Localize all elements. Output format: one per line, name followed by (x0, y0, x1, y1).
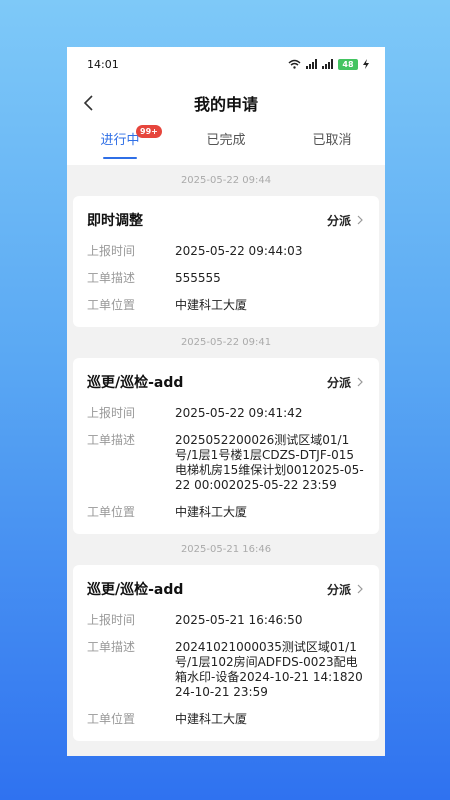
assign-button[interactable]: 分派 (327, 581, 365, 598)
report-time-value: 2025-05-22 09:44:03 (175, 244, 303, 258)
tab-cancelled-label: 已取消 (312, 133, 352, 148)
description-label: 工单描述 (87, 433, 136, 447)
location-label: 工单位置 (87, 505, 136, 519)
count-badge: 99+ (136, 125, 162, 138)
location-value: 中建科工大厦 (175, 298, 248, 312)
description-label: 工单描述 (87, 640, 136, 654)
assign-label: 分派 (326, 582, 351, 597)
assign-label: 分派 (326, 213, 351, 228)
tab-completed[interactable]: 已完成 (173, 125, 279, 165)
assign-button[interactable]: 分派 (327, 374, 365, 391)
signal-icon (306, 59, 317, 69)
page-title: 我的申请 (193, 95, 258, 114)
location-label: 工单位置 (87, 298, 136, 312)
order-title: 即时调整 (87, 213, 143, 229)
active-tab-indicator (103, 157, 137, 159)
status-bar: 14:01 48 (67, 47, 385, 81)
description-value: 555555 (175, 271, 221, 285)
date-separator: 2025-05-22 09:41 (180, 337, 272, 348)
chevron-right-icon (357, 215, 363, 225)
location-value: 中建科工大厦 (175, 505, 248, 519)
assign-label: 分派 (326, 375, 351, 390)
report-time-label: 上报时间 (87, 244, 136, 258)
signal-icon-2 (322, 59, 333, 69)
tab-completed-label: 已完成 (206, 133, 246, 148)
status-time: 14:01 (87, 57, 119, 71)
description-value: 2025052200026测试区域01/1号/1层1号楼1层CDZS-DTJF-… (175, 433, 364, 492)
report-time-label: 上报时间 (87, 613, 136, 627)
location-value: 中建科工大厦 (175, 712, 248, 726)
report-time-value: 2025-05-22 09:41:42 (175, 406, 303, 420)
phone-screen: 14:01 48 我的申请 进行中 99+ 已完成 已取消 2025-05-22… (67, 47, 385, 756)
tab-in-progress-label: 进行中 (100, 133, 140, 148)
report-time-value: 2025-05-21 16:46:50 (175, 613, 303, 627)
order-title: 巡更/巡检-add (87, 375, 184, 391)
order-title: 巡更/巡检-add (87, 582, 184, 598)
date-separator: 2025-05-22 09:44 (180, 175, 272, 186)
charging-icon (363, 59, 369, 69)
status-icons: 48 (288, 58, 369, 70)
chevron-right-icon (357, 377, 363, 387)
description-value: 20241021000035测试区域01/1号/1层102房间ADFDS-002… (175, 640, 363, 699)
order-card[interactable]: 即时调整 分派 上报时间 2025-05-22 09:44:03 工单描述 5555… (73, 196, 379, 327)
date-separator: 2025-05-21 16:46 (180, 544, 272, 555)
tab-cancelled[interactable]: 已取消 (279, 125, 385, 165)
location-label: 工单位置 (87, 712, 136, 726)
report-time-label: 上报时间 (87, 406, 136, 420)
nav-header: 我的申请 (67, 81, 385, 125)
order-card[interactable]: 巡更/巡检-add 分派 上报时间 2025-05-22 09:41:42 工单描… (73, 358, 379, 534)
wifi-icon (288, 59, 301, 69)
battery-icon: 48 (338, 58, 358, 70)
tab-bar: 进行中 99+ 已完成 已取消 (67, 125, 385, 165)
tab-in-progress[interactable]: 进行中 99+ (67, 125, 173, 165)
chevron-right-icon (357, 584, 363, 594)
description-label: 工单描述 (87, 271, 136, 285)
assign-button[interactable]: 分派 (327, 212, 365, 229)
order-list: 2025-05-22 09:44 即时调整 分派 上报时间 2025-05-22 … (67, 165, 385, 741)
back-arrow-icon[interactable] (79, 93, 99, 113)
order-card[interactable]: 巡更/巡检-add 分派 上报时间 2025-05-21 16:46:50 工单描… (73, 565, 379, 741)
